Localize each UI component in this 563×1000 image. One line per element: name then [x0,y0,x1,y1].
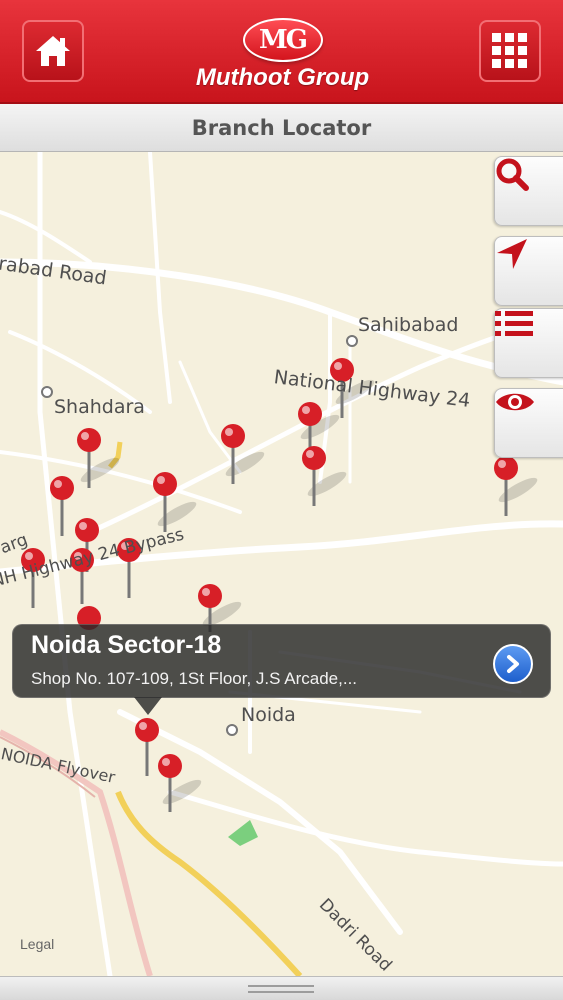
bottom-bar [0,976,563,1000]
page-title-bar: Branch Locator [0,104,563,152]
view-toggle-button[interactable] [494,388,563,458]
grid-menu-icon [492,33,527,68]
map-view[interactable]: rabad Road Sahibabad National Highway 24… [0,152,563,976]
callout-pointer [134,697,162,715]
list-button[interactable] [494,308,563,378]
brand-logo: MG Muthoot Group [180,12,385,96]
locate-button[interactable] [494,236,563,306]
map-label-sahibabad: Sahibabad [358,314,459,336]
home-icon [36,36,70,66]
home-button[interactable] [22,20,84,82]
branch-callout[interactable]: Noida Sector-18 Shop No. 107-109, 1St Fl… [12,624,551,698]
map-legal-link[interactable]: Legal [20,936,54,952]
menu-button[interactable] [479,20,541,82]
app-header: MG Muthoot Group [0,0,563,104]
map-label-noida: Noida [241,704,296,726]
list-icon [495,311,533,336]
brand-name: Muthoot Group [195,64,370,91]
map-label-shahdara: Shahdara [54,396,145,418]
locate-arrow-icon [497,239,527,269]
eye-icon [496,393,534,411]
callout-title: Noida Sector-18 [31,631,222,659]
chevron-right-icon [507,655,519,673]
logo-mark: MG [259,25,308,55]
search-button[interactable] [494,156,563,226]
page-title: Branch Locator [191,115,372,140]
drag-handle[interactable] [248,985,314,993]
search-icon [496,158,529,191]
logo-oval: MG [242,18,323,62]
callout-address: Shop No. 107-109, 1St Floor, J.S Arcade,… [31,669,358,688]
callout-detail-button[interactable] [493,644,533,684]
